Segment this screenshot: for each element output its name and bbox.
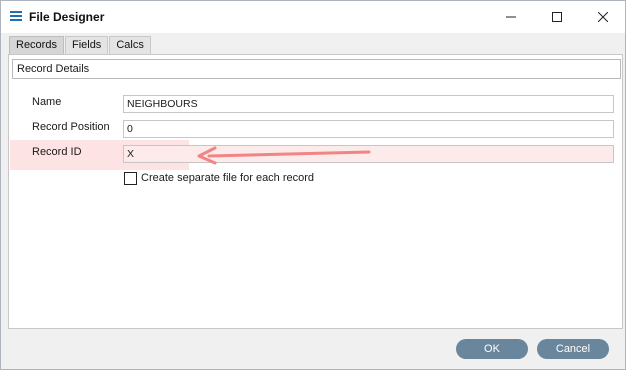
ok-button[interactable]: OK bbox=[456, 339, 528, 359]
annotation-arrow-icon bbox=[197, 146, 371, 165]
tab-calcs[interactable]: Calcs bbox=[109, 36, 151, 54]
maximize-icon bbox=[552, 12, 562, 22]
minimize-button[interactable] bbox=[488, 1, 534, 33]
tab-records[interactable]: Records bbox=[9, 36, 64, 54]
close-icon bbox=[598, 12, 608, 22]
maximize-button[interactable] bbox=[534, 1, 580, 33]
window-title: File Designer bbox=[29, 10, 105, 24]
list-icon bbox=[10, 11, 22, 21]
close-button[interactable] bbox=[580, 1, 626, 33]
file-designer-window: File Designer Records Fields Calcs Recor… bbox=[0, 0, 626, 370]
tab-bar: Records Fields Calcs bbox=[9, 36, 152, 54]
title-bar: File Designer bbox=[1, 1, 625, 33]
cancel-button[interactable]: Cancel bbox=[537, 339, 609, 359]
tab-fields[interactable]: Fields bbox=[64, 36, 109, 54]
minimize-icon bbox=[506, 16, 516, 18]
records-panel: Record Details Name NEIGHBOURS Record Po… bbox=[8, 54, 623, 329]
